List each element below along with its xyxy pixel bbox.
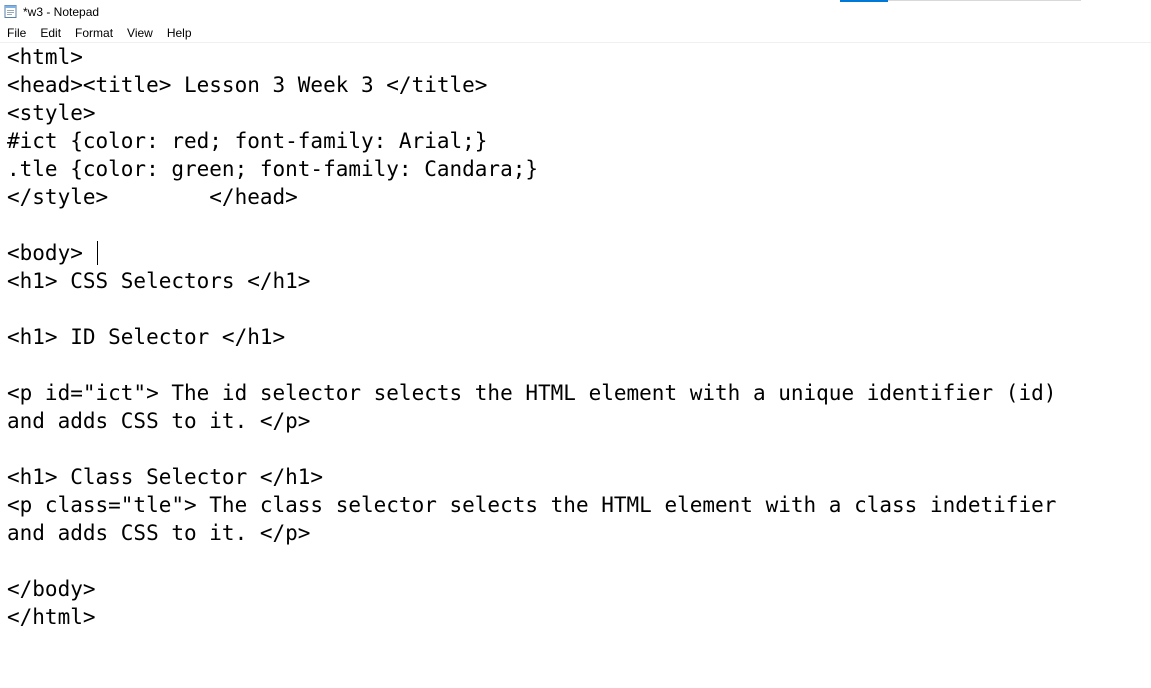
editor-line: <h1> ID Selector </h1>	[7, 325, 286, 349]
notepad-icon	[4, 4, 17, 18]
text-caret	[97, 241, 98, 265]
editor-line: <body>	[7, 241, 96, 265]
editor-line: <style>	[7, 101, 96, 125]
menu-format[interactable]: Format	[68, 25, 120, 41]
editor-line: <head><title> Lesson 3 Week 3 </title>	[7, 73, 488, 97]
editor-line: and adds CSS to it. </p>	[7, 521, 311, 545]
window-title: *w3 - Notepad	[23, 5, 100, 19]
menu-file[interactable]: File	[0, 25, 33, 41]
editor-line: </body>	[7, 577, 96, 601]
editor-line: and adds CSS to it. </p>	[7, 409, 311, 433]
editor-line: <h1> CSS Selectors </h1>	[7, 269, 311, 293]
menu-bar: File Edit Format View Help	[0, 24, 1151, 42]
text-editor[interactable]: <html> <head><title> Lesson 3 Week 3 </t…	[0, 43, 1151, 688]
editor-line: <h1> Class Selector </h1>	[7, 465, 324, 489]
editor-line: </html>	[7, 605, 96, 629]
menu-edit[interactable]: Edit	[33, 25, 68, 41]
editor-line: <p id="ict"> The id selector selects the…	[7, 381, 1057, 405]
window-top-rule	[888, 0, 1081, 1]
title-bar[interactable]: *w3 - Notepad	[0, 0, 1151, 24]
editor-line: <html>	[7, 45, 83, 69]
editor-line: .tle {color: green; font-family: Candara…	[7, 157, 539, 181]
editor-line: <p class="tle"> The class selector selec…	[7, 493, 1057, 517]
window-accent-bar	[840, 0, 888, 2]
editor-line: #ict {color: red; font-family: Arial;}	[7, 129, 488, 153]
menu-help[interactable]: Help	[160, 25, 199, 41]
menu-view[interactable]: View	[120, 25, 160, 41]
editor-line: </style> </head>	[7, 185, 298, 209]
